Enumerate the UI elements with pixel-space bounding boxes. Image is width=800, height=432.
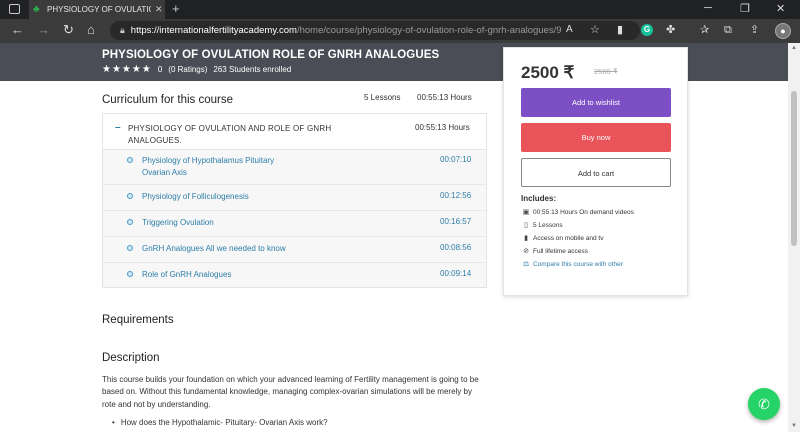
lesson-item[interactable]: GnRH Analogues All we needed to know 00:…: [103, 237, 486, 263]
buy-now-button[interactable]: Buy now: [521, 123, 671, 152]
lesson-item[interactable]: Physiology of Hypothalamus Pituitary Ova…: [103, 150, 486, 185]
total-duration: 00:55:13 Hours: [417, 93, 472, 102]
section-duration: 00:55:13 Hours: [415, 123, 470, 132]
include-videos: ▣ 00:55:13 Hours On demand videos: [522, 208, 634, 217]
refresh-icon[interactable]: ↻: [63, 23, 74, 37]
purchase-card: 2500 ₹ 2500 ₹ Add to wishlist Buy now Ad…: [503, 47, 688, 296]
lock-icon[interactable]: 🔒︎: [120, 25, 125, 36]
forward-icon[interactable]: →: [37, 23, 50, 37]
whatsapp-chat-button[interactable]: ✆: [748, 388, 780, 420]
close-window-icon[interactable]: ✕: [776, 2, 785, 15]
tab-close-icon[interactable]: ✕: [155, 4, 163, 15]
description-text: This course builds your foundation on wh…: [102, 375, 479, 409]
lesson-bullet-icon: [127, 219, 133, 225]
new-tab-button[interactable]: +: [172, 1, 180, 16]
scroll-up-icon[interactable]: ▲: [791, 45, 797, 51]
home-icon[interactable]: ⌂: [87, 23, 95, 37]
minimize-icon[interactable]: ─: [704, 2, 712, 14]
balance-scale-icon: ⚖: [522, 261, 530, 268]
description-heading: Description: [102, 352, 160, 364]
share-icon[interactable]: ⇪: [750, 24, 759, 36]
lesson-duration: 00:09:14: [440, 269, 472, 278]
lesson-title[interactable]: Physiology of Hypothalamus Pituitary Ova…: [142, 155, 302, 179]
video-icon: ▣: [522, 209, 530, 216]
curriculum-section: – PHYSIOLOGY OF OVULATION AND ROLE OF GN…: [102, 113, 487, 288]
ratings-count: (0 Ratings): [168, 65, 208, 74]
lesson-duration: 00:07:10: [440, 155, 472, 164]
lesson-title[interactable]: Triggering Ovulation: [142, 217, 302, 229]
description-bullet: How does the Hypothalamic- Pituitary- Ov…: [112, 418, 328, 427]
rating-stars-icon: ★★★★★: [102, 64, 152, 75]
include-lessons: ▯ 5 Lessons: [521, 221, 563, 230]
collections-icon[interactable]: ⧉: [724, 24, 732, 36]
site-favicon-icon: ♣: [33, 3, 40, 15]
original-price: 2500 ₹: [594, 67, 618, 76]
lesson-duration: 00:16:57: [440, 217, 472, 226]
lesson-bullet-icon: [127, 193, 133, 199]
lesson-duration: 00:08:56: [440, 243, 472, 252]
students-enrolled: 263 Students enrolled: [213, 65, 292, 74]
read-aloud-icon[interactable]: A: [566, 24, 573, 36]
requirements-heading: Requirements: [102, 314, 174, 326]
scroll-down-icon[interactable]: ▼: [791, 423, 797, 429]
mobile-icon: ▮: [524, 235, 528, 242]
compare-course-link[interactable]: ⚖ Compare this course with other: [521, 260, 623, 269]
add-to-cart-button[interactable]: Add to cart: [521, 158, 671, 187]
extension-puzzle-icon[interactable]: ✤: [666, 24, 675, 36]
scrollbar-thumb[interactable]: [791, 91, 797, 246]
add-to-wishlist-button[interactable]: Add to wishlist: [521, 88, 671, 117]
browser-toolbar: ← → ↻ ⌂ 🔒︎ https://internationalfertilit…: [0, 19, 800, 43]
extension-icon[interactable]: ▮: [617, 24, 623, 36]
url-host: https://internationalfertilityacademy.co…: [130, 25, 297, 36]
lessons-count: 5 Lessons: [364, 93, 401, 102]
lesson-item[interactable]: Triggering Ovulation 00:16:57: [103, 211, 486, 237]
rating-row: ★★★★★ 0 (0 Ratings) 263 Students enrolle…: [102, 64, 297, 75]
grammarly-icon[interactable]: G: [641, 24, 653, 36]
browser-tab-bar: ♣ PHYSIOLOGY OF OVULATION RO ✕ + ─ ❐ ✕: [0, 0, 800, 19]
curriculum-heading: Curriculum for this course: [102, 94, 234, 106]
lesson-bullet-icon: [127, 157, 133, 163]
maximize-icon[interactable]: ❐: [740, 2, 750, 15]
browser-tab[interactable]: ♣ PHYSIOLOGY OF OVULATION RO ✕: [29, 0, 165, 19]
lesson-duration: 00:12:56: [440, 191, 472, 200]
lesson-bullet-icon: [127, 245, 133, 251]
current-price: 2500 ₹: [521, 63, 575, 82]
url-path: /home/course/physiology-of-ovulation-rol…: [296, 25, 562, 36]
section-title: PHYSIOLOGY OF OVULATION AND ROLE OF GNRH…: [128, 124, 332, 145]
collapse-icon[interactable]: –: [115, 122, 121, 133]
file-icon: ▯: [524, 222, 528, 229]
favorite-star-icon[interactable]: ☆: [590, 24, 600, 36]
page-scrollbar[interactable]: ▲ ▼: [788, 43, 800, 432]
lesson-item[interactable]: Physiology of Folliculogenesis 00:12:56: [103, 185, 486, 211]
lesson-title[interactable]: Physiology of Folliculogenesis: [142, 191, 302, 203]
lesson-title[interactable]: GnRH Analogues All we needed to know: [142, 243, 342, 255]
tab-actions-icon[interactable]: [9, 4, 20, 14]
whatsapp-icon: ✆: [758, 396, 770, 412]
section-header[interactable]: – PHYSIOLOGY OF OVULATION AND ROLE OF GN…: [103, 114, 486, 150]
address-bar[interactable]: 🔒︎ https://internationalfertilityacademy…: [110, 21, 640, 40]
favorites-icon[interactable]: ✰: [700, 24, 709, 36]
compass-icon: ⊘: [523, 248, 529, 255]
profile-avatar[interactable]: ●: [775, 23, 791, 39]
lesson-item[interactable]: Role of GnRH Analogues 00:09:14: [103, 263, 486, 287]
includes-heading: Includes:: [521, 194, 557, 203]
tab-title: PHYSIOLOGY OF OVULATION RO: [47, 5, 151, 14]
lesson-bullet-icon: [127, 271, 133, 277]
rating-value: 0: [157, 65, 163, 74]
lesson-title[interactable]: Role of GnRH Analogues: [142, 269, 302, 281]
back-icon[interactable]: ←: [11, 23, 24, 37]
course-title: PHYSIOLOGY OF OVULATION ROLE OF GNRH ANA…: [102, 49, 440, 61]
include-mobile: ▮ Access on mobile and tv: [521, 234, 603, 243]
include-lifetime: ⊘ Full lifetime access: [521, 247, 588, 256]
